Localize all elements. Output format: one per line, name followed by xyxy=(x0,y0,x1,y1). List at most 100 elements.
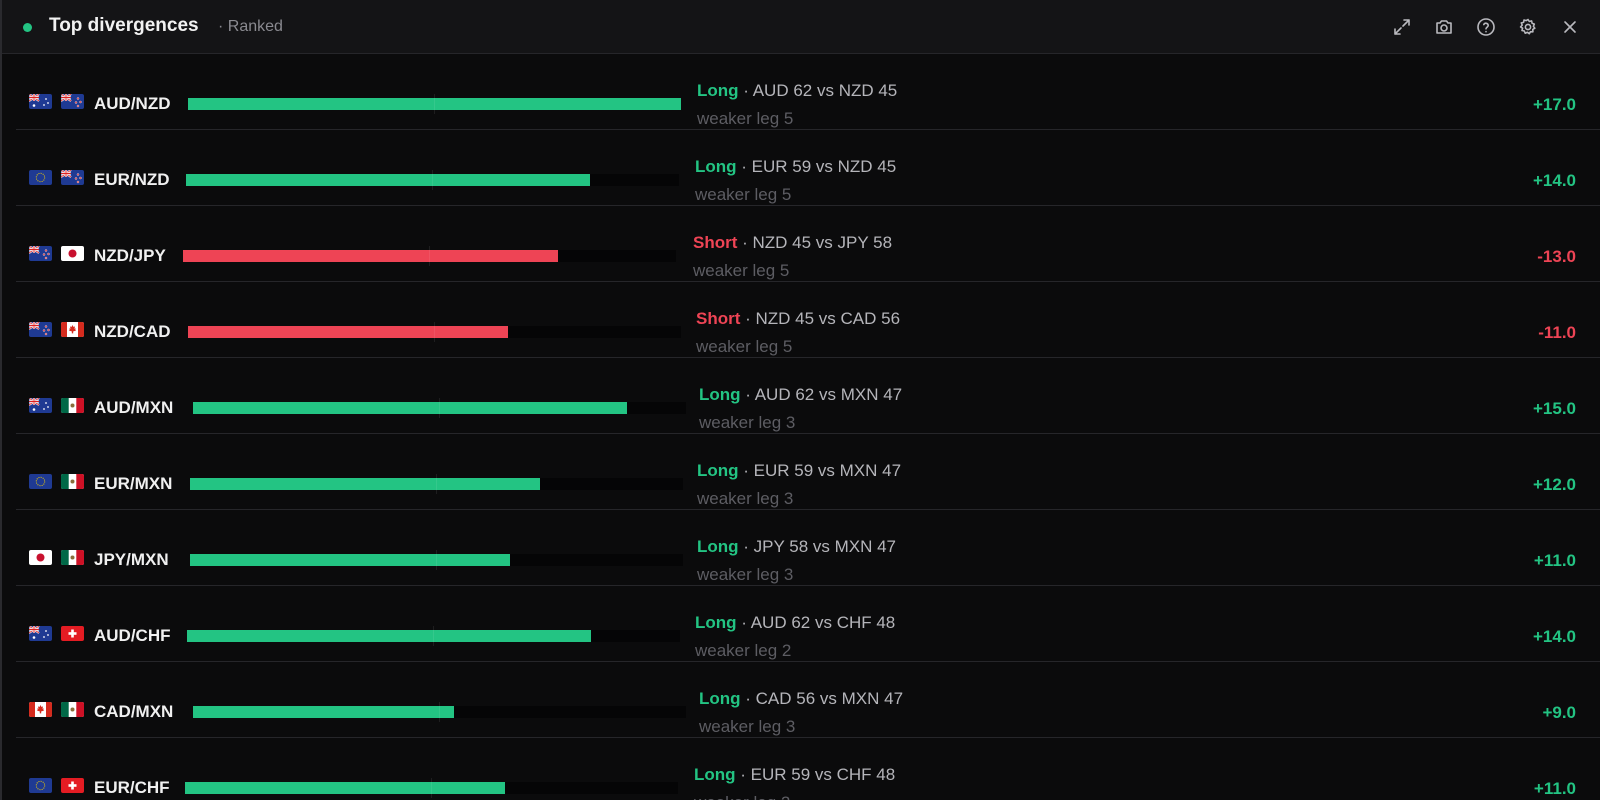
signal-description: Long · EUR 59 vs NZD 45 xyxy=(695,157,896,177)
divergence-bar xyxy=(190,478,540,490)
divergence-bar xyxy=(188,326,508,338)
center-tick xyxy=(429,246,430,266)
weaker-leg-note: weaker leg 5 xyxy=(696,337,793,356)
divergence-value: -13.0 xyxy=(1537,247,1576,266)
pair-label: JPY/MXN xyxy=(94,550,169,569)
mexico-flag-icon xyxy=(61,550,84,565)
table-row[interactable]: AUD/NZD Long · AUD 62 vs NZD 45 weaker leg… xyxy=(16,54,1600,130)
direction-label: Long xyxy=(694,765,736,784)
signal-description: Long · AUD 62 vs MXN 47 xyxy=(699,385,902,405)
pair-label: NZD/CAD xyxy=(94,322,171,341)
japan-flag-icon xyxy=(29,550,52,565)
center-tick xyxy=(439,702,440,722)
strength-comparison: · EUR 59 vs MXN 47 xyxy=(738,461,902,480)
divergence-bar-track xyxy=(188,322,681,342)
direction-label: Long xyxy=(697,81,739,100)
divergence-value: +14.0 xyxy=(1532,627,1576,646)
signal-description: Short · NZD 45 vs JPY 58 xyxy=(693,233,892,253)
strength-comparison: · NZD 45 vs JPY 58 xyxy=(737,233,893,252)
row-content: AUD/MXN Long · AUD 62 vs MXN 47 weaker leg… xyxy=(2,358,1600,434)
expand-icon[interactable] xyxy=(1390,15,1414,39)
signal-description: Long · EUR 59 vs CHF 48 xyxy=(694,765,895,785)
direction-label: Long xyxy=(695,157,737,176)
center-tick xyxy=(434,94,435,114)
row-content: EUR/CHF Long · EUR 59 vs CHF 48 weaker leg… xyxy=(2,738,1600,800)
row-content: AUD/CHF Long · AUD 62 vs CHF 48 weaker leg… xyxy=(2,586,1600,662)
direction-label: Long xyxy=(699,385,741,404)
divergence-value: +11.0 xyxy=(1533,551,1576,570)
divergence-bar-track xyxy=(186,170,679,190)
table-row[interactable]: EUR/MXN Long · EUR 59 vs MXN 47 weaker leg… xyxy=(16,434,1600,510)
table-row[interactable]: JPY/MXN Long · JPY 58 vs MXN 47 weaker leg… xyxy=(16,510,1600,586)
row-content: AUD/NZD Long · AUD 62 vs NZD 45 weaker leg… xyxy=(2,54,1600,130)
weaker-leg-note: weaker leg 5 xyxy=(693,261,790,280)
divergence-bar-track xyxy=(190,474,683,494)
row-content: JPY/MXN Long · JPY 58 vs MXN 47 weaker leg… xyxy=(2,510,1600,586)
divergence-bar-track xyxy=(187,626,680,646)
signal-description: Long · EUR 59 vs MXN 47 xyxy=(697,461,901,481)
strength-comparison: · EUR 59 vs NZD 45 xyxy=(736,157,897,176)
row-content: CAD/MXN Long · CAD 56 vs MXN 47 weaker leg… xyxy=(2,662,1600,738)
divergence-value: +15.0 xyxy=(1532,399,1576,418)
direction-label: Short xyxy=(696,309,741,328)
strength-comparison: · JPY 58 vs MXN 47 xyxy=(738,537,897,556)
pair-label: CAD/MXN xyxy=(94,702,174,721)
table-row[interactable]: CAD/MXN Long · CAD 56 vs MXN 47 weaker leg… xyxy=(16,662,1600,738)
weaker-leg-note: weaker leg 3 xyxy=(699,413,796,432)
mexico-flag-icon xyxy=(61,474,84,489)
divergence-bar xyxy=(190,554,510,566)
center-tick xyxy=(431,778,432,798)
strength-comparison: · CAD 56 vs MXN 47 xyxy=(740,689,904,708)
strength-comparison: · EUR 59 vs CHF 48 xyxy=(735,765,896,784)
australia-flag-icon xyxy=(29,626,52,641)
divergence-list: AUD/NZD Long · AUD 62 vs NZD 45 weaker leg… xyxy=(2,54,1600,800)
close-icon[interactable] xyxy=(1558,15,1582,39)
switzerland-flag-icon xyxy=(61,626,84,641)
divergence-value: +14.0 xyxy=(1532,171,1576,190)
strength-comparison: · NZD 45 vs CAD 56 xyxy=(740,309,901,328)
divergence-value: +12.0 xyxy=(1532,475,1576,494)
direction-label: Short xyxy=(693,233,738,252)
switzerland-flag-icon xyxy=(61,778,84,793)
pair-label: AUD/NZD xyxy=(94,94,171,113)
divergence-bar xyxy=(193,402,627,414)
new-zealand-flag-icon xyxy=(61,94,84,109)
divergence-value: +17.0 xyxy=(1532,95,1576,114)
strength-comparison: · AUD 62 vs CHF 48 xyxy=(736,613,896,632)
mexico-flag-icon xyxy=(61,398,84,413)
divergence-bar-track xyxy=(193,398,686,418)
camera-icon[interactable] xyxy=(1432,15,1456,39)
weaker-leg-note: weaker leg 2 xyxy=(695,641,792,660)
divergence-bar-track xyxy=(190,550,683,570)
signal-description: Long · JPY 58 vs MXN 47 xyxy=(697,537,896,557)
weaker-leg-note: weaker leg 5 xyxy=(697,109,794,128)
table-row[interactable]: AUD/MXN Long · AUD 62 vs MXN 47 weaker leg… xyxy=(16,358,1600,434)
table-row[interactable]: EUR/CHF Long · EUR 59 vs CHF 48 weaker leg… xyxy=(16,738,1600,800)
signal-description: Long · AUD 62 vs CHF 48 xyxy=(695,613,895,633)
signal-description: Long · CAD 56 vs MXN 47 xyxy=(699,689,903,709)
table-row[interactable]: NZD/CAD Short · NZD 45 vs CAD 56 weaker le… xyxy=(16,282,1600,358)
table-row[interactable]: AUD/CHF Long · AUD 62 vs CHF 48 weaker leg… xyxy=(16,586,1600,662)
center-tick xyxy=(433,626,434,646)
divergence-bar xyxy=(187,630,591,642)
row-content: NZD/CAD Short · NZD 45 vs CAD 56 weaker le… xyxy=(2,282,1600,358)
new-zealand-flag-icon xyxy=(61,170,84,185)
australia-flag-icon xyxy=(29,94,52,109)
eu-flag-icon xyxy=(29,778,52,793)
help-icon[interactable] xyxy=(1474,15,1498,39)
new-zealand-flag-icon xyxy=(29,322,52,337)
canada-flag-icon xyxy=(29,702,52,717)
table-row[interactable]: NZD/JPY Short · NZD 45 vs JPY 58 weaker le… xyxy=(16,206,1600,282)
pair-label: NZD/JPY xyxy=(94,246,166,265)
divergence-bar-track xyxy=(193,702,686,722)
status-dot xyxy=(23,23,32,32)
table-row[interactable]: EUR/NZD Long · EUR 59 vs NZD 45 weaker leg… xyxy=(16,130,1600,206)
center-tick xyxy=(432,170,433,190)
strength-comparison: · AUD 62 vs NZD 45 xyxy=(738,81,898,100)
gear-icon[interactable] xyxy=(1516,15,1540,39)
center-tick xyxy=(434,322,435,342)
pair-label: EUR/NZD xyxy=(94,170,170,189)
pair-label: AUD/CHF xyxy=(94,626,171,645)
divergence-bar-track xyxy=(185,778,678,798)
panel-header: Top divergences · Ranked xyxy=(2,0,1600,54)
